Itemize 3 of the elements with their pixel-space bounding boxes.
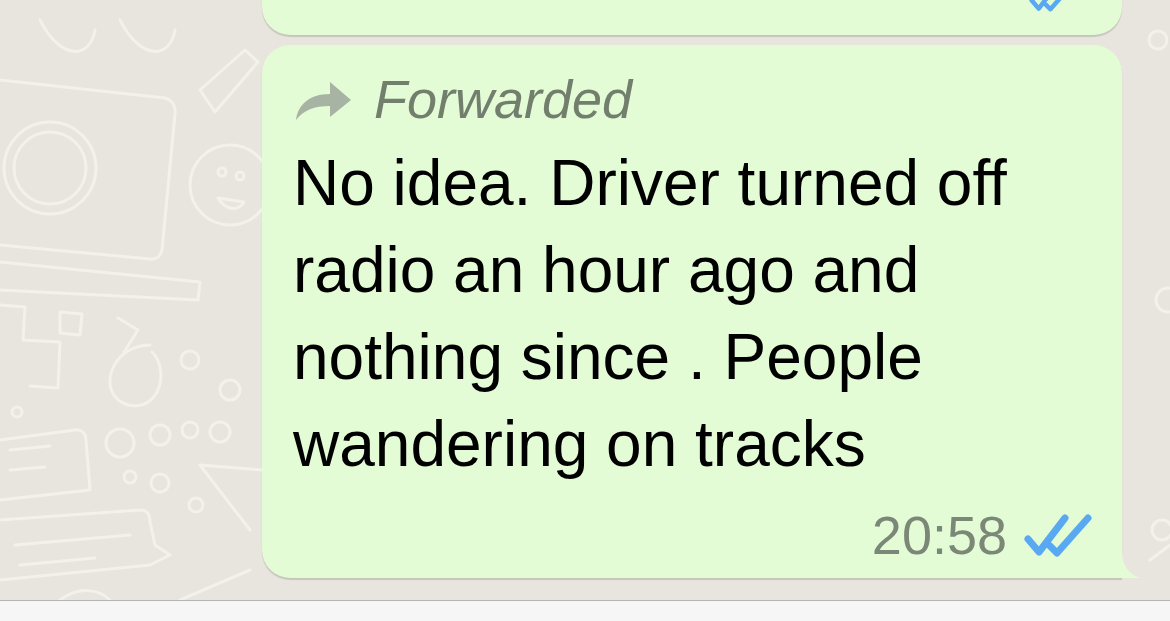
message-text: No idea. Driver turned off radio an hour ago and nothing since . People wandering on tracks <box>293 146 1008 482</box>
message-time: 20:58 <box>871 505 1007 565</box>
forwarded-label: Forwarded <box>374 68 633 131</box>
